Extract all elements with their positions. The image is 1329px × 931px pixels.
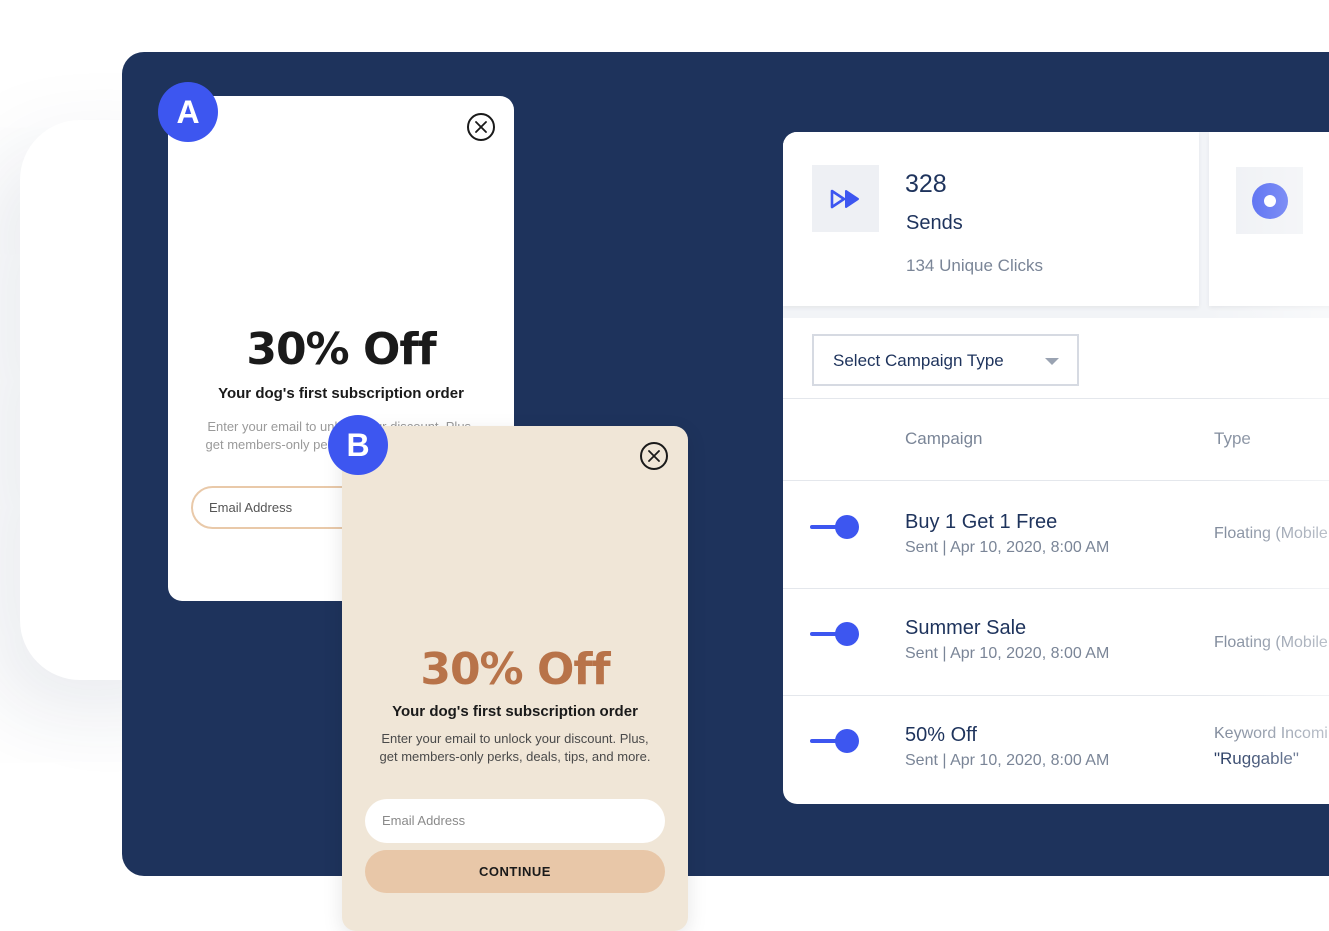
popup-headline: 30% Off [246,324,436,375]
stats-row: 328 Sends 134 Unique Clicks [783,132,1329,318]
campaign-name[interactable]: Summer Sale [905,617,1026,640]
campaign-toggle[interactable] [810,729,860,753]
email-input[interactable]: Email Address [365,799,665,843]
close-icon [648,450,660,462]
column-header-campaign[interactable]: Campaign [905,429,983,449]
popup-subhead: Your dog's first subscription order [218,385,464,402]
campaign-name[interactable]: Buy 1 Get 1 Free [905,511,1057,534]
campaign-dashboard: 328 Sends 134 Unique Clicks Select Campa… [783,132,1329,804]
popup-variant-b: 30% Off Your dog's first subscription or… [342,426,688,931]
popup-body-text: Enter your email to unlock your discount… [379,731,651,764]
popup-subhead: Your dog's first subscription order [392,703,638,720]
email-placeholder: Email Address [382,813,466,828]
close-icon [475,121,487,133]
campaign-sent-date: Sent | Apr 10, 2020, 8:00 AM [905,752,1110,769]
fast-forward-icon [830,189,859,208]
email-placeholder: Email Address [209,500,293,515]
campaign-type: Keyword Incomi [1214,725,1328,742]
record-dot-icon [1251,182,1288,219]
stat-card-second[interactable] [1209,132,1329,306]
stat-icon-box [1236,167,1303,234]
close-button[interactable] [467,113,495,141]
campaign-sent-date: Sent | Apr 10, 2020, 8:00 AM [905,645,1110,662]
stat-icon-box [812,165,879,232]
close-button[interactable] [640,442,668,470]
campaign-type: Floating (Mobile [1214,525,1328,542]
campaign-sent-date: Sent | Apr 10, 2020, 8:00 AM [905,539,1110,556]
column-header-type[interactable]: Type [1214,429,1251,449]
campaign-toggle[interactable] [810,622,860,646]
unique-clicks: 134 Unique Clicks [906,256,1044,275]
campaign-name[interactable]: 50% Off [905,724,977,747]
variant-badge-a: A [158,82,218,142]
campaign-toggle[interactable] [810,515,860,539]
caret-down-icon [1045,358,1059,365]
popup-headline: 30% Off [420,644,610,695]
continue-button[interactable]: CONTINUE [365,850,665,893]
stat-card-sends[interactable]: 328 Sends 134 Unique Clicks [783,132,1199,306]
variant-badge-b: B [328,415,388,475]
campaign-keyword: "Ruggable" [1214,749,1299,768]
campaign-type-select[interactable]: Select Campaign Type [812,334,1079,386]
divider [783,588,1329,589]
campaign-type-select-label: Select Campaign Type [833,351,1004,370]
sends-label: Sends [906,212,963,234]
divider [783,695,1329,696]
divider [783,398,1329,399]
campaign-type: Floating (Mobile [1214,634,1328,651]
divider [783,480,1329,481]
sends-count: 328 [905,170,947,198]
